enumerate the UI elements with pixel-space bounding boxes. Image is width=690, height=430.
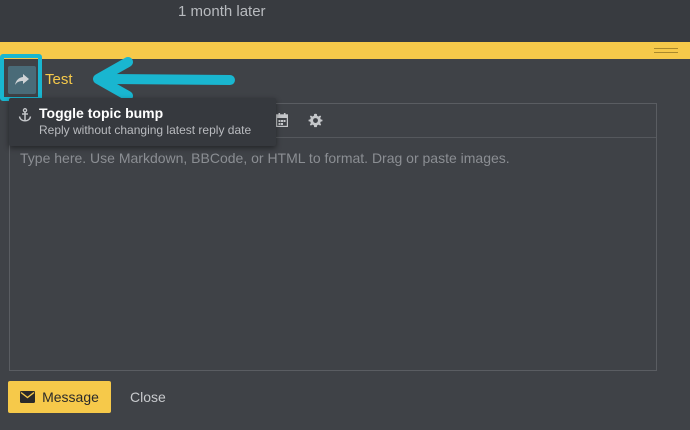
annotation-highlight-box [0,54,42,101]
gear-icon[interactable] [307,112,323,128]
calendar-icon[interactable] [274,112,290,128]
time-gap-label: 1 month later [178,3,266,20]
tooltip-title: Toggle topic bump [39,105,164,121]
tooltip: Toggle topic bump Reply without changing… [9,98,276,146]
editor-placeholder[interactable]: Type here. Use Markdown, BBCode, or HTML… [20,150,510,166]
anchor-icon [18,108,32,122]
envelope-icon [20,391,36,403]
close-button[interactable]: Close [130,389,166,405]
send-message-label: Message [42,389,99,405]
topic-title: Test [45,71,73,88]
tooltip-subtitle: Reply without changing latest reply date [39,123,252,137]
annotation-arrow-icon [93,57,235,101]
send-message-button[interactable]: Message [8,381,111,413]
post-area: 1 month later [0,0,690,42]
grip-icon[interactable] [654,48,678,53]
